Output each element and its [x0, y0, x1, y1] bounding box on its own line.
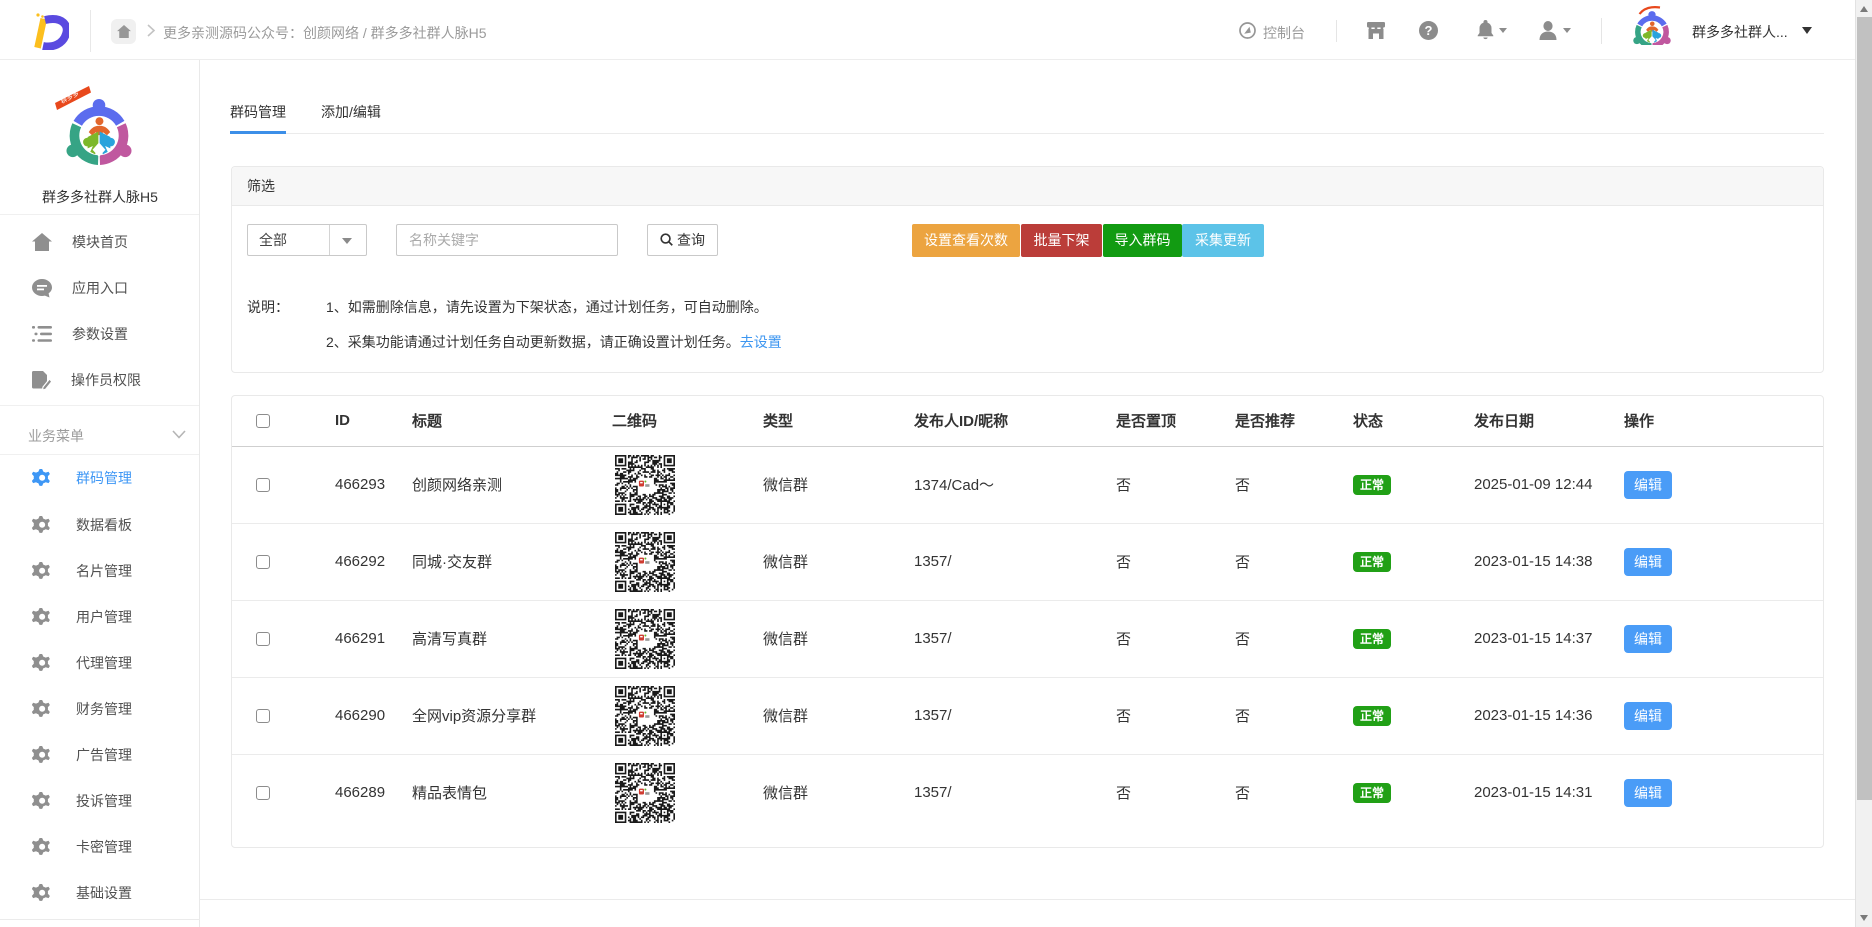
svg-text:?: ? — [1425, 23, 1433, 38]
